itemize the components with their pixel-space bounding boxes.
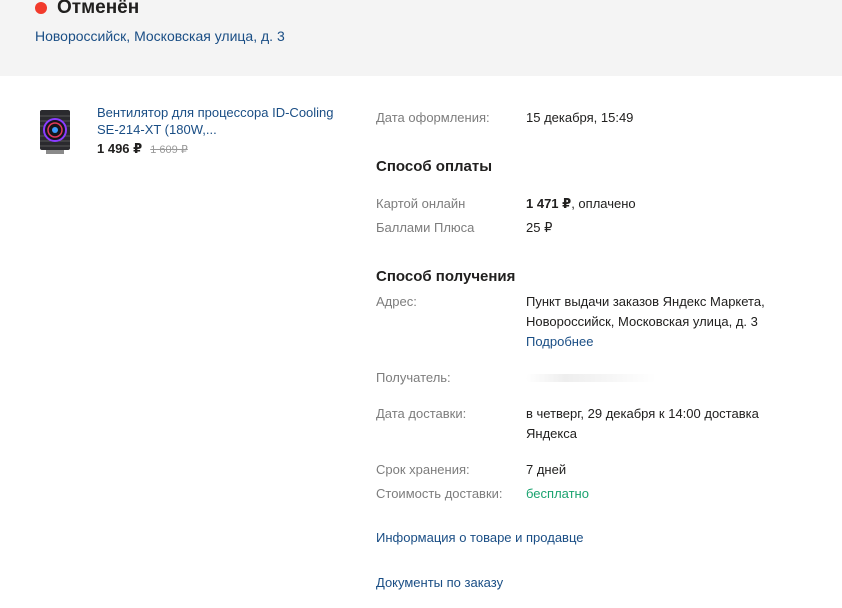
address-label: Адрес: xyxy=(376,294,417,309)
product-title-link[interactable]: Вентилятор для процессора ID-Cooling SE-… xyxy=(97,104,347,138)
address-line-2: Новороссийск, Московская улица, д. 3 xyxy=(526,314,758,329)
card-payment-amount: 1 471 ₽ xyxy=(526,196,572,211)
status-dot-icon xyxy=(35,2,47,14)
recipient-value xyxy=(526,368,796,388)
product-old-price: 1 609 ₽ xyxy=(150,144,188,156)
recipient-redacted xyxy=(526,374,656,382)
card-payment-status: , оплачено xyxy=(571,196,636,211)
status-address: Новороссийск, Московская улица, д. 3 xyxy=(35,28,285,44)
points-value: 25 ₽ xyxy=(526,220,553,235)
cpu-cooler-icon[interactable] xyxy=(36,108,76,156)
product-info-link[interactable]: Информация о товаре и продавце xyxy=(376,528,584,548)
order-status-panel: Отменён Новороссийск, Московская улица, … xyxy=(0,0,842,76)
status-row: Отменён xyxy=(35,0,139,20)
more-details-link[interactable]: Подробнее xyxy=(526,332,796,352)
delivery-date-label: Дата доставки: xyxy=(376,406,467,421)
status-label: Отменён xyxy=(57,0,140,18)
delivery-heading: Способ получения xyxy=(376,268,516,285)
storage-value: 7 дней xyxy=(526,462,567,477)
price-row: 1 496 ₽ 1 609 ₽ xyxy=(97,141,347,157)
order-date-label: Дата оформления: xyxy=(376,110,490,125)
points-label: Баллами Плюса xyxy=(376,220,475,235)
order-date-value: 15 декабря, 15:49 xyxy=(526,110,634,125)
recipient-label: Получатель: xyxy=(376,370,451,385)
product-title-line-2: SE-214-XT (180W,... xyxy=(97,122,217,137)
delivery-date-line-2: Яндекса xyxy=(526,426,577,441)
card-payment-value: 1 471 ₽, оплачено xyxy=(526,194,796,214)
order-documents-link[interactable]: Документы по заказу xyxy=(376,573,503,593)
product-item: Вентилятор для процессора ID-Cooling SE-… xyxy=(36,104,347,157)
delivery-cost-label: Стоимость доставки: xyxy=(376,486,503,501)
payment-heading: Способ оплаты xyxy=(376,158,493,175)
product-title-line-1: Вентилятор для процессора ID-Cooling xyxy=(97,105,334,120)
delivery-cost-value: бесплатно xyxy=(526,486,589,501)
address-line-1: Пункт выдачи заказов Яндекс Маркета, xyxy=(526,294,765,309)
storage-label: Срок хранения: xyxy=(376,462,470,477)
product-price: 1 496 ₽ xyxy=(97,141,143,156)
card-payment-label: Картой онлайн xyxy=(376,196,466,211)
delivery-date-line-1: в четверг, 29 декабря к 14:00 доставка xyxy=(526,406,759,421)
product-info: Вентилятор для процессора ID-Cooling SE-… xyxy=(97,104,347,157)
